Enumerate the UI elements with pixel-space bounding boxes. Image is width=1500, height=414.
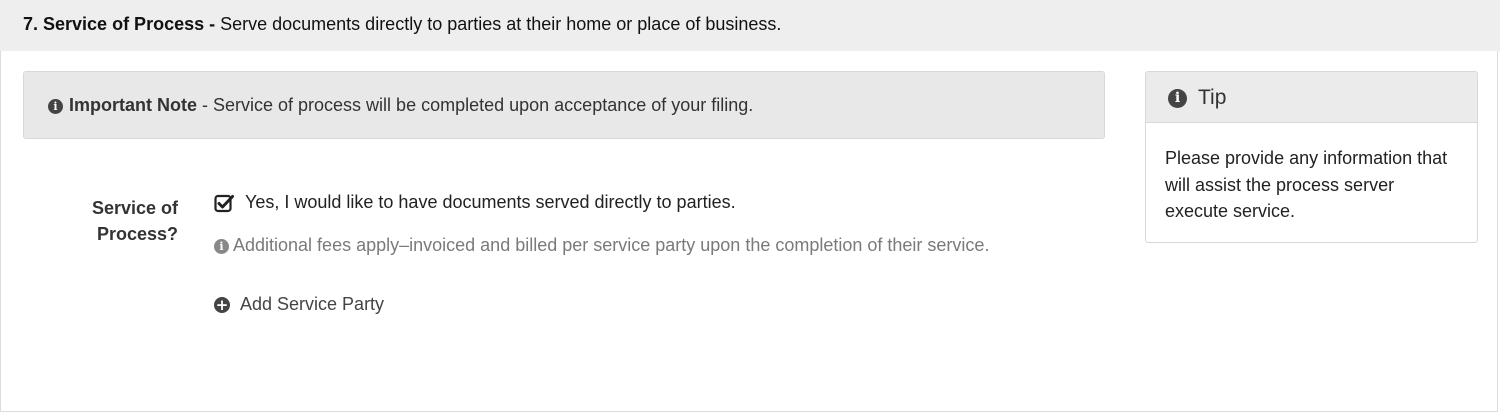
service-of-process-label: Service of Process? xyxy=(91,198,178,244)
note-title: Important Note xyxy=(69,95,197,115)
plus-circle-icon: + xyxy=(214,295,230,314)
section-description: Serve documents directly to parties at t… xyxy=(215,14,782,34)
service-checkbox-label: Yes, I would like to have documents serv… xyxy=(245,192,736,212)
info-circle-icon: i xyxy=(1168,89,1187,108)
fees-hint: i Additional fees apply–invoiced and bill… xyxy=(214,235,989,256)
tip-body: Please provide any information that will… xyxy=(1165,148,1448,221)
tip-header: i Tip xyxy=(1146,72,1477,123)
info-circle-icon: i xyxy=(48,99,63,114)
fees-hint-text: Additional fees apply–invoiced and bille… xyxy=(233,235,990,255)
section-header: 7. Service of Process - Serve documents … xyxy=(0,0,1500,51)
tip-title: Tip xyxy=(1198,86,1227,109)
service-checkbox-row[interactable]: Yes, I would like to have documents serv… xyxy=(214,192,736,213)
important-note: i Important Note - Service of process wil… xyxy=(23,71,1105,139)
tip-panel: i Tip Please provide any information that… xyxy=(1145,71,1478,243)
info-circle-icon: i xyxy=(214,239,229,254)
add-service-party-label: Add Service Party xyxy=(240,294,385,314)
note-text: - Service of process will be completed u… xyxy=(197,95,754,115)
checked-checkbox-icon[interactable] xyxy=(214,193,234,213)
section-title: 7. Service of Process - xyxy=(23,14,216,34)
add-service-party-button[interactable]: + Add Service Party xyxy=(214,294,384,315)
